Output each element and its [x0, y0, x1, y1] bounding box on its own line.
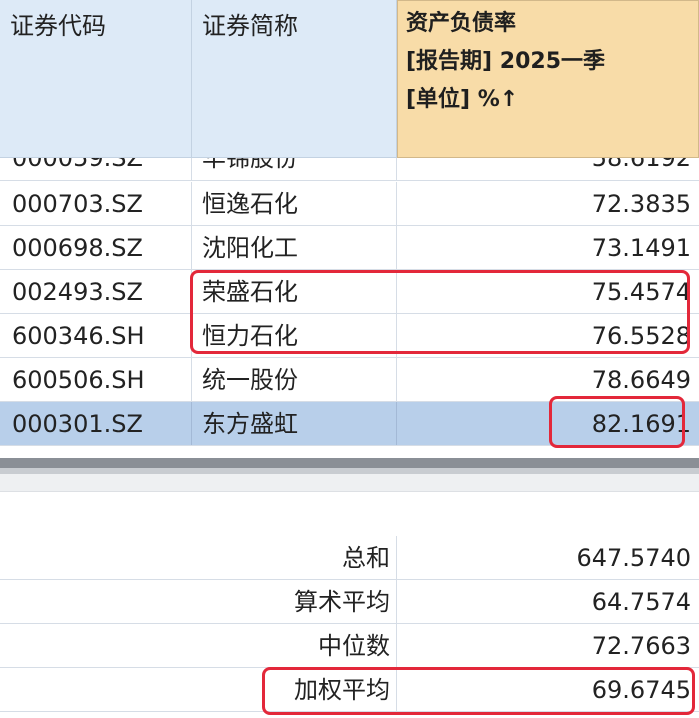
- summary-row-total: 总和 647.5740: [0, 536, 699, 580]
- summary-row-mean: 算术平均 64.7574: [0, 580, 699, 624]
- cell-code: 002493.SZ: [0, 270, 192, 313]
- cell-name: 恒逸石化: [192, 182, 397, 225]
- table-row[interactable]: 000703.SZ 恒逸石化 72.3835: [0, 182, 699, 226]
- cell-name: 东方盛虹: [192, 402, 397, 445]
- column-header-name-label: 证券简称: [202, 12, 298, 40]
- cell-value: 58.6192: [591, 158, 691, 172]
- pane-gap: [0, 446, 699, 450]
- cell-name: 统一股份: [192, 358, 397, 401]
- cell-name: 荣盛石化: [192, 270, 397, 313]
- cell-code: 000698.SZ: [0, 226, 192, 269]
- cell-value: 73.1491: [591, 234, 691, 262]
- cell-value: 75.4574: [591, 278, 691, 306]
- column-header-debt-ratio-period: [报告期] 2025一季: [406, 49, 605, 74]
- summary-label: 加权平均: [0, 668, 397, 711]
- column-header-debt-ratio-title: 资产负债率: [406, 11, 517, 36]
- summary-value: 64.7574: [591, 588, 691, 616]
- summary-pane-top: [0, 474, 699, 492]
- summary-value: 72.7663: [591, 632, 691, 660]
- column-header-code[interactable]: 证券代码: [0, 0, 192, 158]
- table-row[interactable]: 600346.SH 恒力石化 76.5528: [0, 314, 699, 358]
- summary-value: 69.6745: [591, 676, 691, 704]
- cell-code: 600346.SH: [0, 314, 192, 357]
- cell-name: 恒力石化: [192, 314, 397, 357]
- summary-row-weighted-mean: 加权平均 69.6745: [0, 668, 699, 712]
- cell-value: 82.1691: [591, 410, 691, 438]
- column-header-code-label: 证券代码: [10, 12, 106, 40]
- cell-code: 000301.SZ: [0, 402, 192, 445]
- table-row[interactable]: 600506.SH 统一股份 78.6649: [0, 358, 699, 402]
- column-header-name[interactable]: 证券简称: [192, 0, 397, 158]
- cell-code: 000703.SZ: [0, 182, 192, 225]
- pane-splitter[interactable]: [0, 458, 699, 468]
- summary-row-median: 中位数 72.7663: [0, 624, 699, 668]
- summary-value: 647.5740: [576, 544, 691, 572]
- cell-code: 000059.SZ: [0, 158, 192, 180]
- cell-name: 华锦股份: [192, 158, 397, 180]
- cell-name: 沈阳化工: [192, 226, 397, 269]
- column-header-debt-ratio[interactable]: 资产负债率 [报告期] 2025一季 [单位] %↑: [397, 0, 699, 158]
- summary-label: 总和: [0, 536, 397, 579]
- cell-code: 600506.SH: [0, 358, 192, 401]
- column-header-debt-ratio-unit: [单位] %↑: [406, 87, 519, 112]
- cell-value: 72.3835: [591, 190, 691, 218]
- summary-label: 中位数: [0, 624, 397, 667]
- table-row[interactable]: 000698.SZ 沈阳化工 73.1491: [0, 226, 699, 270]
- cell-value: 76.5528: [591, 322, 691, 350]
- table-row[interactable]: 002493.SZ 荣盛石化 75.4574: [0, 270, 699, 314]
- summary-label: 算术平均: [0, 580, 397, 623]
- table-row-selected[interactable]: 000301.SZ 东方盛虹 82.1691: [0, 402, 699, 446]
- cell-value: 78.6649: [591, 366, 691, 394]
- table-row-partial[interactable]: 000059.SZ 华锦股份 58.6192: [0, 158, 699, 182]
